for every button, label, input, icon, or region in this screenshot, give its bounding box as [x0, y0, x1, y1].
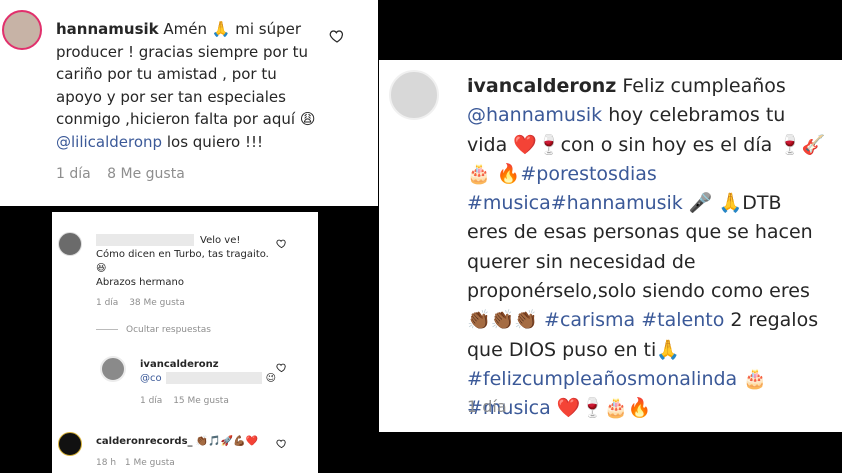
comment-line: Feliz cumpleaños	[622, 75, 786, 97]
comment-text: Velo ve! Cómo dicen en Turbo, tas tragai…	[96, 234, 278, 290]
comment-text: ivancalderonz Feliz cumpleaños @hannamus…	[467, 72, 827, 424]
avatar[interactable]	[389, 70, 439, 120]
redacted-mention	[165, 372, 262, 384]
reply-emoji: 😉	[265, 373, 277, 384]
comment-meta: 1 día	[467, 397, 507, 416]
redacted-username	[96, 234, 194, 246]
hashtag-link[interactable]: #felizcumpleañosmonalinda	[467, 368, 737, 390]
heart-outline-icon[interactable]	[276, 438, 287, 449]
timestamp: 1 día	[140, 396, 163, 406]
comment-meta: 1 día 38 Me gusta	[96, 298, 193, 308]
comment-first-line: Velo ve!	[200, 235, 241, 246]
likes-count[interactable]: 38 Me gusta	[129, 298, 185, 308]
comment-emojis: 🎤 🙏	[688, 192, 743, 215]
comment-body-end: los quiero !!!	[166, 132, 264, 151]
reply-meta: 1 día 15 Me gusta	[140, 396, 237, 406]
hashtag-link[interactable]: #porestosdias	[520, 163, 656, 185]
comment-text: hannamusik Amén 🙏 mi súper producer ! gr…	[56, 18, 318, 153]
avatar[interactable]	[100, 356, 126, 382]
cake-emoji: 🎂	[743, 367, 767, 390]
hashtag-link[interactable]: #musica#hannamusik	[467, 192, 683, 214]
hashtag-link[interactable]: #talento	[641, 309, 724, 331]
divider	[96, 329, 118, 330]
avatar[interactable]	[58, 232, 82, 256]
comment-text: calderonrecords_ 👏🏾🎵🚀💪🏾❤️	[96, 436, 258, 447]
username-link[interactable]: ivancalderonz	[140, 359, 219, 370]
heart-outline-icon[interactable]	[329, 28, 345, 44]
timestamp: 1 día	[96, 298, 119, 308]
timestamp: 1 día	[56, 166, 91, 182]
likes-count[interactable]: 1 Me gusta	[125, 458, 175, 468]
avatar[interactable]	[2, 10, 42, 50]
timestamp: 18 h	[96, 458, 117, 468]
likes-count[interactable]: 15 Me gusta	[173, 396, 229, 406]
reply-text: ivancalderonz @co 😉	[140, 358, 276, 386]
comment-emojis: ❤️🍷🎂🔥	[556, 397, 652, 420]
clap-emojis: 👏🏾👏🏾👏🏾	[467, 309, 538, 332]
heart-outline-icon[interactable]	[276, 362, 287, 373]
username-link[interactable]: calderonrecords_	[96, 436, 193, 447]
username-link[interactable]: ivancalderonz	[467, 75, 616, 97]
comment-closing: Abrazos hermano	[96, 277, 184, 288]
comment-meta: 1 día 8 Me gusta	[56, 166, 197, 182]
heart-outline-icon[interactable]	[276, 238, 287, 249]
hashtag-link[interactable]: #carisma	[544, 309, 635, 331]
timestamp: 1 día	[467, 397, 507, 416]
comment-emojis: 👏🏾🎵🚀💪🏾❤️	[195, 436, 258, 447]
mention-link[interactable]: @hannamusik	[467, 104, 602, 126]
likes-count[interactable]: 8 Me gusta	[107, 166, 185, 182]
mention-link[interactable]: @lilicalderonp	[56, 133, 162, 151]
mention-link[interactable]: @co	[140, 373, 162, 384]
comment-body: Cómo dicen en Turbo, tas tragaito. 😆	[96, 249, 269, 274]
comment-thread-card: Velo ve! Cómo dicen en Turbo, tas tragai…	[52, 212, 318, 473]
comment-card-ivancalderonz: ivancalderonz Feliz cumpleaños @hannamus…	[379, 60, 842, 432]
avatar[interactable]	[58, 432, 82, 456]
comment-meta: 18 h 1 Me gusta	[96, 458, 181, 468]
username-link[interactable]: hannamusik	[56, 20, 159, 38]
fire-emoji: 🔥	[496, 162, 521, 185]
comment-card-hannamusik: hannamusik Amén 🙏 mi súper producer ! gr…	[0, 0, 378, 206]
hide-replies-button[interactable]: Ocultar respuestas	[96, 325, 211, 335]
hide-replies-label: Ocultar respuestas	[126, 325, 211, 335]
